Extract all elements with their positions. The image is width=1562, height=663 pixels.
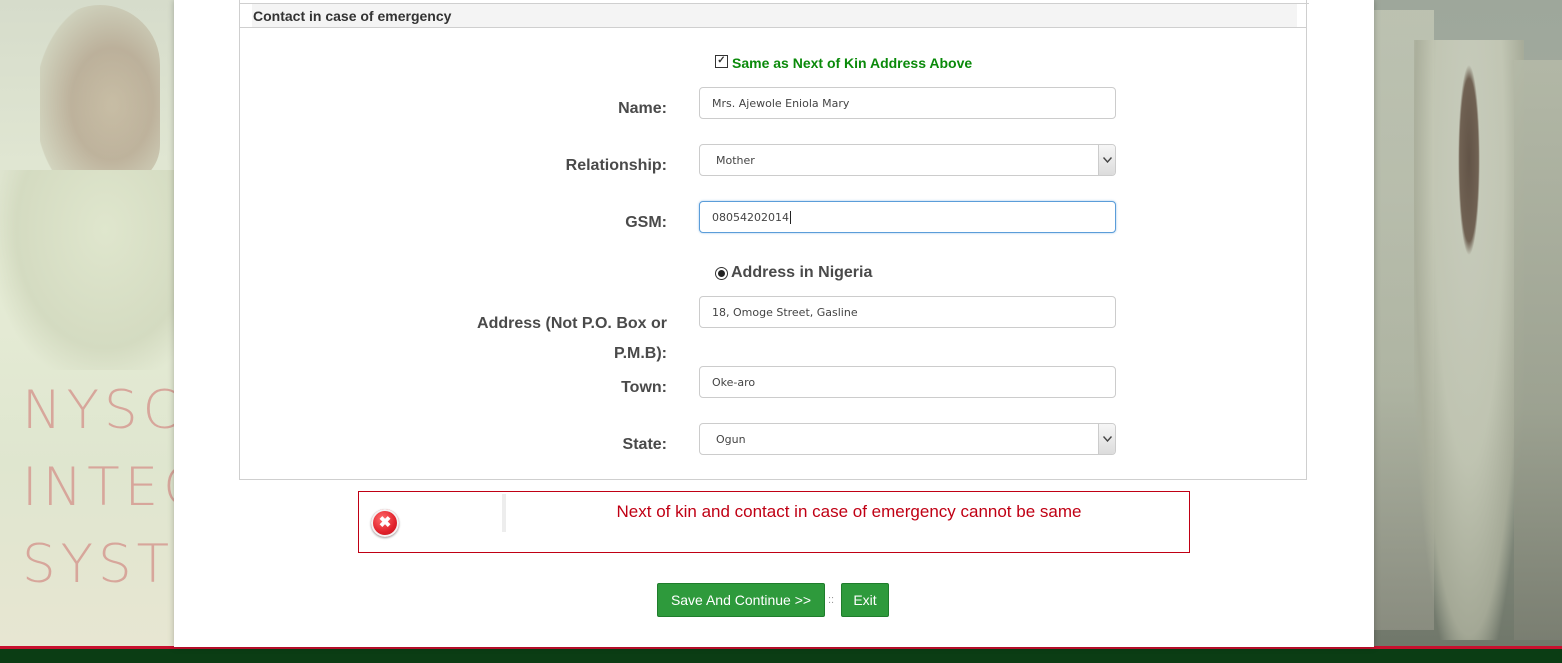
address-label-line-2: P.M.B): [613,345,667,362]
exit-button[interactable]: Exit [841,583,889,617]
text-cursor [789,211,791,224]
relationship-selected-value: Mother [716,154,755,167]
section-divider [240,27,1306,28]
gsm-field[interactable]: 08054202014 [699,201,1116,233]
button-separator: :: [828,594,835,606]
gsm-value: 08054202014 [712,211,789,224]
name-label: Name: [618,100,667,117]
error-message-box: ✖ Next of kin and contact in case of eme… [358,491,1190,553]
brand-line-3: SYST [22,534,175,595]
background-person-center [1414,40,1524,640]
same-as-next-of-kin-label: Same as Next of Kin Address Above [732,55,973,71]
background-right [1374,0,1562,663]
save-and-continue-button[interactable]: Save And Continue >> [657,583,825,617]
footer-bar [0,646,1562,663]
brand-line-1: NYSC [22,380,175,441]
name-field[interactable]: Mrs. Ajewole Eniola Mary [699,87,1116,119]
town-label: Town: [621,379,667,396]
address-label: Address (Not P.O. Box or P.M.B): [367,309,667,369]
gsm-label: GSM: [625,214,667,231]
error-separator [502,494,506,532]
chevron-down-icon[interactable] [1098,145,1115,175]
main-panel: Contact in case of emergency ✓ Same as N… [174,0,1374,647]
relationship-select[interactable]: Mother [699,144,1116,176]
address-field[interactable]: 18, Omoge Street, Gasline [699,296,1116,328]
address-in-nigeria-option[interactable]: Address in Nigeria [715,264,872,282]
section-legend-text: Contact in case of emergency [253,8,452,24]
brand-line-2: INTEG [22,457,175,518]
background-person [40,5,160,185]
section-legend: Contact in case of emergency [252,4,1297,28]
address-in-nigeria-radio[interactable] [715,266,728,280]
address-label-line-1: Address (Not P.O. Box or [477,315,667,332]
close-icon: ✖ [371,509,399,537]
chevron-down-icon[interactable] [1098,424,1115,454]
address-in-nigeria-label: Address in Nigeria [731,264,873,281]
town-field[interactable]: Oke-aro [699,366,1116,398]
state-label: State: [622,436,667,453]
same-as-next-of-kin-checkbox[interactable]: ✓ [715,54,728,68]
emergency-contact-section: Contact in case of emergency ✓ Same as N… [239,0,1309,480]
same-as-next-of-kin-row[interactable]: ✓ Same as Next of Kin Address Above [715,54,973,71]
error-message-text: Next of kin and contact in case of emerg… [616,502,1082,521]
background-person-body [0,170,175,370]
background-left: NYSC INTEG SYST [0,0,175,663]
relationship-label: Relationship: [565,157,667,174]
state-select[interactable]: Ogun [699,423,1116,455]
background-brand-text: NYSC INTEG SYST [22,372,175,603]
state-selected-value: Ogun [716,433,746,446]
background-person-right [1514,60,1562,640]
